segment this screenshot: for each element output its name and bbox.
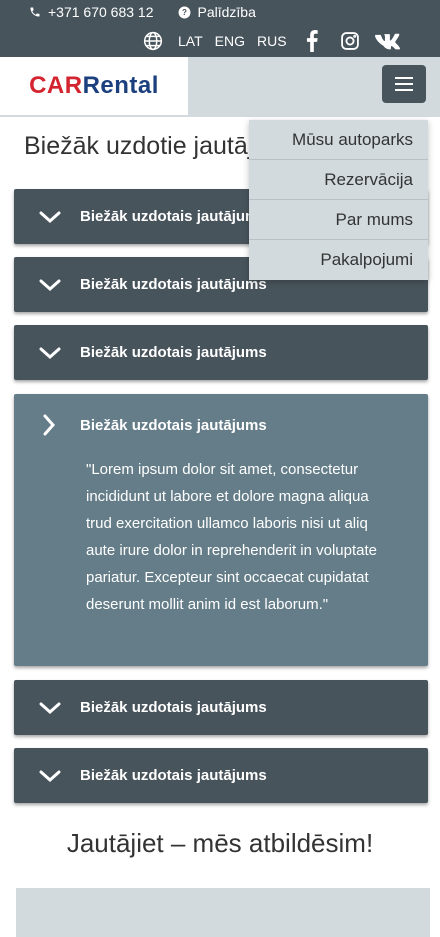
vk-icon[interactable] bbox=[374, 28, 401, 54]
hamburger-line bbox=[395, 89, 413, 91]
menu-item-reservation[interactable]: Rezervācija bbox=[249, 160, 428, 200]
help-link[interactable]: ? Palīdzība bbox=[178, 4, 256, 20]
instagram-icon[interactable] bbox=[337, 28, 363, 54]
contact-form-area bbox=[16, 888, 430, 937]
faq-question-row: Biežāk uzdotais jautājums bbox=[14, 325, 428, 380]
svg-text:?: ? bbox=[182, 8, 187, 17]
lang-lat[interactable]: LAT bbox=[178, 33, 203, 49]
faq-question: Biežāk uzdotais jautājums bbox=[80, 416, 267, 434]
globe-icon bbox=[140, 28, 166, 54]
faq-question-row: Biežāk uzdotais jautājums bbox=[14, 748, 428, 803]
menu-toggle-button[interactable] bbox=[382, 65, 426, 103]
logo[interactable]: CAR Rental bbox=[0, 57, 188, 115]
menu-item-services[interactable]: Pakalpojumi bbox=[249, 240, 428, 280]
faq-answer: "Lorem ipsum dolor sit amet, consectetur… bbox=[86, 461, 378, 613]
lang-eng[interactable]: ENG bbox=[215, 33, 245, 49]
chevron-down-icon bbox=[20, 279, 80, 291]
phone-number: +371 670 683 12 bbox=[48, 4, 154, 20]
faq-item-open[interactable]: Biežāk uzdotais jautājums "Lorem ipsum d… bbox=[14, 394, 428, 666]
site-header: CAR Rental bbox=[0, 57, 440, 117]
faq-question: Biežāk uzdotais jautājums bbox=[80, 344, 267, 361]
top-bar: +371 670 683 12 ? Palīdzība LAT ENG RUS bbox=[0, 0, 440, 57]
facebook-icon[interactable] bbox=[299, 28, 325, 54]
phone-link[interactable]: +371 670 683 12 bbox=[28, 4, 154, 20]
language-row: LAT ENG RUS bbox=[140, 28, 401, 54]
faq-item[interactable]: Biežāk uzdotais jautājums bbox=[14, 748, 428, 803]
chevron-right-icon bbox=[20, 414, 80, 436]
faq-question: Biežāk uzdotais jautājums bbox=[80, 208, 267, 225]
logo-rental-text: Rental bbox=[82, 72, 159, 99]
logo-car-text: CAR bbox=[29, 72, 83, 99]
faq-question-row: Biežāk uzdotais jautājums bbox=[14, 394, 428, 456]
help-label: Palīdzība bbox=[197, 4, 256, 20]
lang-rus[interactable]: RUS bbox=[257, 33, 287, 49]
phone-icon bbox=[28, 5, 42, 19]
faq-question: Biežāk uzdotais jautājums bbox=[80, 699, 267, 716]
chevron-down-icon bbox=[20, 211, 80, 223]
contact-row: +371 670 683 12 ? Palīdzība bbox=[28, 4, 256, 20]
menu-item-fleet[interactable]: Mūsu autoparks bbox=[249, 120, 428, 160]
chevron-down-icon bbox=[20, 702, 80, 714]
chevron-down-icon bbox=[20, 347, 80, 359]
faq-item[interactable]: Biežāk uzdotais jautājums bbox=[14, 680, 428, 735]
ask-heading: Jautājiet – mēs atbildēsim! bbox=[66, 828, 374, 858]
nav-dropdown: Mūsu autoparks Rezervācija Par mums Paka… bbox=[249, 120, 428, 280]
faq-question: Biežāk uzdotais jautājums bbox=[80, 276, 267, 293]
faq-question-row: Biežāk uzdotais jautājums bbox=[14, 680, 428, 735]
chevron-down-icon bbox=[20, 770, 80, 782]
hamburger-line bbox=[395, 83, 413, 85]
menu-item-about[interactable]: Par mums bbox=[249, 200, 428, 240]
help-icon: ? bbox=[178, 5, 192, 19]
faq-question: Biežāk uzdotais jautājums bbox=[80, 767, 267, 784]
hamburger-line bbox=[395, 77, 413, 79]
faq-item[interactable]: Biežāk uzdotais jautājums bbox=[14, 325, 428, 380]
